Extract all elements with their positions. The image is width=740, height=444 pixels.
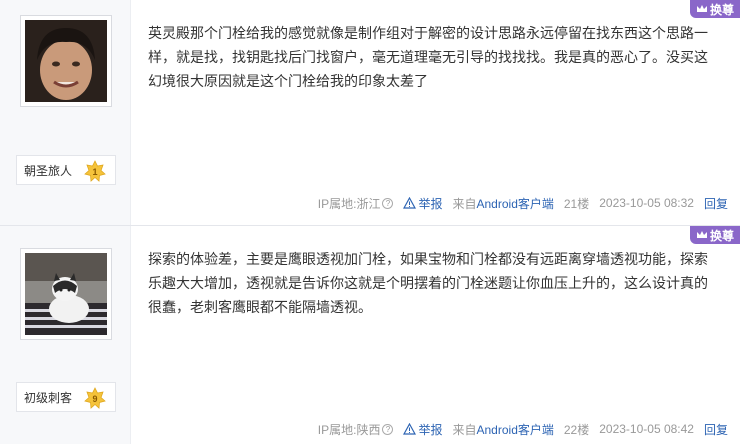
warning-icon xyxy=(403,423,417,435)
report-label[interactable]: 举报 xyxy=(418,421,442,438)
avatar[interactable] xyxy=(20,15,112,107)
avatar-image xyxy=(25,20,107,102)
report-link[interactable]: 举报 xyxy=(403,421,442,438)
post-tail: IP属地:陕西 ? 举报 来自 Android客户端 22楼 2023-10-05… xyxy=(318,421,728,437)
post-22: 初级刺客 9 探索的体验差，主要是鹰眼透视加门栓，如果宝物和门栓都没有远距离穿墙… xyxy=(0,226,740,444)
post-content: 探索的体验差，主要是鹰眼透视加门栓，如果宝物和门栓都没有远距离穿墙透视功能，探索… xyxy=(148,251,708,315)
report-label[interactable]: 举报 xyxy=(418,195,442,212)
help-icon[interactable]: ? xyxy=(382,197,394,209)
source-link[interactable]: Android客户端 xyxy=(477,195,554,212)
client-source: 来自 Android客户端 xyxy=(452,421,553,438)
level-number: 9 xyxy=(92,394,97,404)
source-prefix: 来自 xyxy=(452,196,477,211)
warning-icon xyxy=(403,197,417,209)
ip-text: IP属地:陕西 xyxy=(317,422,381,437)
swap-label: 换尊 xyxy=(709,2,734,17)
avatar-image xyxy=(25,253,107,335)
source-link[interactable]: Android客户端 xyxy=(477,421,554,438)
report-link[interactable]: 举报 xyxy=(403,195,442,212)
floor-number: 21楼 xyxy=(563,196,590,211)
swap-label: 换尊 xyxy=(709,228,734,243)
ip-location: IP属地:浙江 ? xyxy=(318,195,394,212)
floor-number: 22楼 xyxy=(563,422,590,437)
user-badge[interactable]: 初级刺客 9 xyxy=(16,382,116,412)
author-sidebar: 朝圣旅人 1 xyxy=(0,0,131,226)
post-time: 2023-10-05 08:42 xyxy=(599,422,694,436)
avatar[interactable] xyxy=(20,248,112,340)
swap-button[interactable]: 换尊 xyxy=(690,226,740,244)
ip-location: IP属地:陕西 ? xyxy=(318,421,394,438)
post-content: 英灵殿那个门栓给我的感觉就像是制作组对于解密的设计思路永远停留在找东西这个思路一… xyxy=(148,25,708,89)
level-badge-icon: 1 xyxy=(84,160,106,182)
client-source: 来自 Android客户端 xyxy=(452,195,553,212)
level-badge-icon: 9 xyxy=(84,387,106,409)
level-number: 1 xyxy=(92,167,97,177)
crown-icon xyxy=(696,231,707,238)
help-icon[interactable]: ? xyxy=(382,423,394,435)
reply-label[interactable]: 回复 xyxy=(704,421,728,438)
post-21: 朝圣旅人 1 英灵殿那个门栓给我的感觉就像是制作组对于解密的设计思路永远停留在找… xyxy=(0,0,740,226)
author-sidebar: 初级刺客 9 xyxy=(0,226,131,444)
username[interactable]: 朝圣旅人 xyxy=(24,162,72,179)
post-time: 2023-10-05 08:32 xyxy=(599,196,694,210)
ip-text: IP属地:浙江 xyxy=(317,196,381,211)
reply-label[interactable]: 回复 xyxy=(704,195,728,212)
post-tail: IP属地:浙江 ? 举报 来自 Android客户端 21楼 2023-10-05… xyxy=(318,195,728,211)
reply-link[interactable]: 回复 xyxy=(704,421,728,438)
source-prefix: 来自 xyxy=(452,422,477,437)
swap-button[interactable]: 换尊 xyxy=(690,0,740,18)
reply-link[interactable]: 回复 xyxy=(704,195,728,212)
user-badge[interactable]: 朝圣旅人 1 xyxy=(16,155,116,185)
username[interactable]: 初级刺客 xyxy=(24,389,72,406)
crown-icon xyxy=(696,5,707,12)
